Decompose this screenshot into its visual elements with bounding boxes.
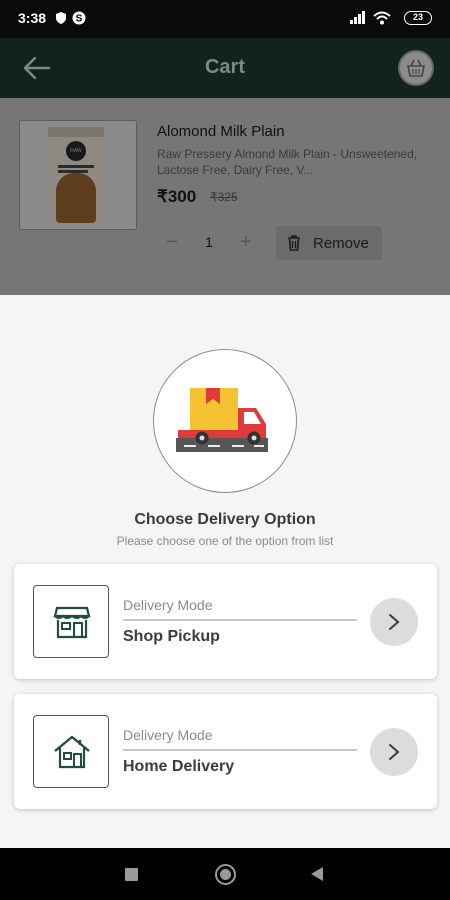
divider bbox=[123, 619, 357, 621]
home-button[interactable] bbox=[215, 864, 236, 885]
house-icon bbox=[54, 735, 90, 769]
remove-label: Remove bbox=[313, 235, 369, 252]
delivery-mode-label: Delivery Mode bbox=[123, 597, 213, 613]
basket-icon bbox=[407, 59, 425, 77]
basket-button[interactable] bbox=[398, 50, 434, 86]
product-name[interactable]: Alomond Milk Plain bbox=[157, 123, 285, 140]
wifi-icon bbox=[373, 11, 391, 25]
back-button[interactable] bbox=[311, 867, 323, 881]
option-icon-box bbox=[33, 715, 109, 788]
remove-button[interactable]: Remove bbox=[276, 226, 382, 260]
app-bar: Cart bbox=[0, 38, 450, 98]
select-shop-pickup-button[interactable] bbox=[370, 598, 418, 646]
delivery-mode-value: Home Delivery bbox=[123, 758, 235, 775]
delivery-option-sheet: Choose Delivery Option Please choose one… bbox=[0, 295, 450, 848]
status-bar: 3:38 S 23 bbox=[0, 0, 450, 38]
option-icon-box bbox=[33, 585, 109, 658]
trash-icon bbox=[288, 235, 300, 251]
page-title: Cart bbox=[204, 56, 245, 78]
carton-logo: RAW bbox=[66, 141, 86, 161]
status-time: 3:38 bbox=[18, 10, 47, 26]
battery-indicator: 23 bbox=[404, 11, 432, 25]
decrease-quantity-button[interactable]: − bbox=[157, 228, 187, 258]
sheet-subtitle: Please choose one of the option from lis… bbox=[116, 534, 334, 548]
quantity-stepper: − 1 + bbox=[157, 228, 261, 258]
recents-button[interactable] bbox=[125, 868, 138, 881]
select-home-delivery-button[interactable] bbox=[370, 728, 418, 776]
divider bbox=[123, 749, 357, 751]
home-delivery-option[interactable]: Delivery Mode Home Delivery bbox=[14, 694, 437, 809]
delivery-truck-icon bbox=[176, 388, 268, 452]
system-navigation-bar bbox=[0, 848, 450, 900]
shield-notification-icon bbox=[56, 12, 66, 24]
svg-text:S: S bbox=[76, 14, 83, 25]
product-image: RAW bbox=[19, 120, 137, 230]
product-description: Raw Pressery Almond Milk Plain - Unsweet… bbox=[157, 147, 418, 177]
chevron-right-icon bbox=[389, 614, 400, 630]
delivery-mode-label: Delivery Mode bbox=[123, 727, 213, 743]
milk-carton-picture: RAW bbox=[48, 127, 104, 227]
store-icon bbox=[53, 606, 91, 639]
chevron-right-icon bbox=[389, 744, 400, 760]
delivery-mode-value: Shop Pickup bbox=[123, 628, 220, 645]
quantity-value: 1 bbox=[205, 234, 213, 250]
app-notification-icon: S bbox=[72, 11, 86, 25]
delivery-truck-illustration bbox=[153, 349, 297, 493]
product-mrp: ₹325 bbox=[210, 190, 238, 204]
increase-quantity-button[interactable]: + bbox=[231, 228, 261, 258]
signal-icon bbox=[350, 11, 365, 24]
sheet-title: Choose Delivery Option bbox=[134, 511, 316, 528]
shop-pickup-option[interactable]: Delivery Mode Shop Pickup bbox=[14, 564, 437, 679]
product-price: ₹300 bbox=[157, 187, 197, 206]
